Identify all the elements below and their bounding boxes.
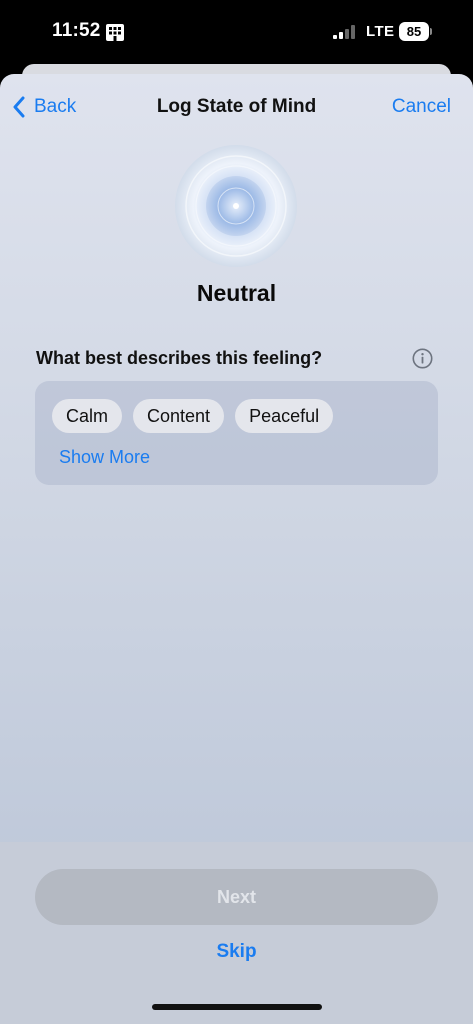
cancel-button[interactable]: Cancel xyxy=(392,96,451,118)
bottom-action-panel: Next Skip xyxy=(0,842,473,1024)
feeling-chip-calm[interactable]: Calm xyxy=(52,399,123,433)
feeling-question: What best describes this feeling? xyxy=(36,348,323,368)
feeling-chip-content[interactable]: Content xyxy=(133,399,225,433)
skip-button[interactable]: Skip xyxy=(0,941,473,963)
feeling-tags-card: Calm Content Peaceful Show More xyxy=(35,381,438,485)
status-bar: 11:52 LTE 85 xyxy=(0,0,473,64)
building-grid-icon xyxy=(106,24,124,41)
feeling-chip-peaceful[interactable]: Peaceful xyxy=(235,399,334,433)
mood-label: Neutral xyxy=(196,280,277,306)
screen: 11:52 LTE 85 Back Log State of Mind Canc… xyxy=(0,0,473,1024)
network-type: LTE xyxy=(366,23,395,40)
feeling-chip-list: Calm Content Peaceful xyxy=(52,399,334,433)
next-button[interactable]: Next xyxy=(35,869,438,925)
cellular-signal-icon xyxy=(333,25,355,39)
home-indicator[interactable] xyxy=(152,1004,322,1010)
battery-icon: 85 xyxy=(399,22,432,41)
show-more-link[interactable]: Show More xyxy=(59,447,150,468)
state-of-mind-sheet: Back Log State of Mind Cancel Neutral Wh… xyxy=(0,74,473,1024)
status-time: 11:52 xyxy=(52,20,101,41)
battery-level: 85 xyxy=(406,24,422,39)
info-icon[interactable] xyxy=(412,348,433,369)
mood-orb-icon xyxy=(175,145,297,267)
